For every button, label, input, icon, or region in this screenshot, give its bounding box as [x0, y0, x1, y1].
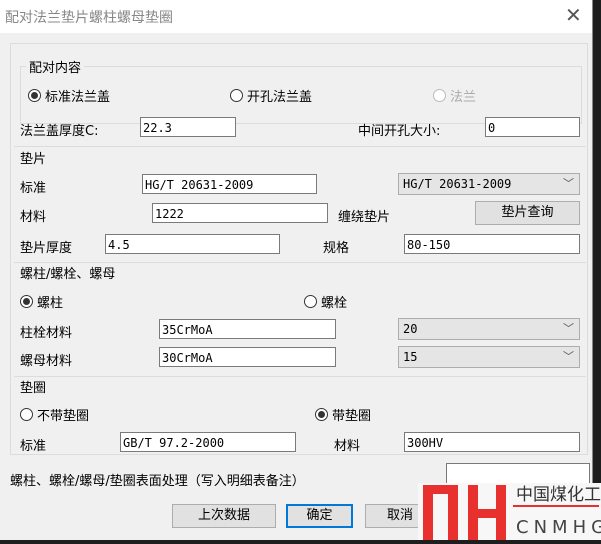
radio-icon: [20, 295, 33, 308]
radio-label: 标准法兰盖: [45, 90, 111, 105]
radio-icon: [230, 89, 243, 102]
chevron-down-icon: ﹀: [563, 350, 574, 363]
svg-text:中国煤化工: 中国煤化工: [516, 485, 601, 505]
combo-value: 15: [403, 350, 418, 364]
washer-material-label: 材料: [334, 439, 361, 454]
svg-text:CNMHG: CNMHG: [516, 517, 601, 538]
close-icon[interactable]: ✕: [565, 3, 582, 27]
radio-label: 螺柱: [37, 296, 64, 311]
ok-button[interactable]: 确定: [286, 504, 353, 528]
last-data-button[interactable]: 上次数据: [172, 504, 276, 528]
washer-material-input[interactable]: 300HV: [404, 432, 580, 452]
nut-material-label: 螺母材料: [20, 354, 73, 369]
gasket-material-label: 材料: [20, 210, 47, 225]
radio-label: 带垫圈: [332, 409, 372, 424]
radio-label: 法兰: [450, 90, 477, 105]
gasket-thickness-label: 垫片厚度: [20, 241, 73, 256]
divider: [14, 376, 586, 377]
radio-icon: [28, 89, 41, 102]
chevron-down-icon: ﹀: [563, 322, 574, 335]
gasket-section-label: 垫片: [20, 152, 47, 167]
watermark-logo: 中国煤化工 CNMHG: [418, 483, 601, 540]
stud-material-label: 柱栓材料: [20, 326, 73, 341]
radio-icon: [433, 89, 446, 102]
gasket-type-label: 缠绕垫片: [338, 210, 391, 225]
pairing-label: 配对内容: [26, 57, 85, 76]
stud-material-input[interactable]: 35CrMoA: [159, 319, 336, 339]
radio-icon: [304, 295, 317, 308]
flange-thickness-input[interactable]: 22.3: [140, 117, 236, 137]
gasket-spec-label: 规格: [323, 241, 350, 256]
gasket-standard-combo[interactable]: HG/T 20631-2009 ﹀: [398, 173, 580, 195]
radio-with-washer[interactable]: 带垫圈: [315, 405, 371, 424]
radio-flange[interactable]: 法兰: [433, 86, 476, 105]
radio-hole-flange-cover[interactable]: 开孔法兰盖: [230, 86, 312, 105]
title-bar: 配对法兰垫片螺柱螺母垫圈 ✕: [0, 0, 592, 33]
stud-combo[interactable]: 20 ﹀: [398, 318, 580, 340]
hole-size-input[interactable]: 0: [485, 117, 580, 137]
dialog: 配对法兰垫片螺柱螺母垫圈 ✕ 配对内容 标准法兰盖 开孔法兰盖 法兰 法兰盖厚度…: [0, 0, 593, 540]
gasket-query-button[interactable]: 垫片查询: [475, 201, 580, 225]
surface-treatment-label: 螺柱、螺栓/螺母/垫圈表面处理（写入明细表备注）: [10, 474, 305, 489]
washer-standard-label: 标准: [20, 439, 47, 454]
radio-label: 开孔法兰盖: [247, 90, 313, 105]
gasket-thickness-input[interactable]: 4.5: [105, 234, 280, 254]
watermark-mh-icon: 中国煤化工 CNMHG: [423, 485, 601, 540]
flange-thickness-label: 法兰盖厚度C:: [20, 124, 99, 139]
gasket-standard-label: 标准: [20, 181, 47, 196]
washer-section-label: 垫圈: [20, 381, 47, 396]
dialog-title: 配对法兰垫片螺柱螺母垫圈: [5, 10, 173, 26]
nut-combo[interactable]: 15 ﹀: [398, 346, 580, 368]
divider: [14, 146, 586, 147]
washer-standard-input[interactable]: GB/T 97.2-2000: [120, 432, 296, 452]
hole-size-label: 中间开孔大小:: [358, 124, 441, 139]
radio-icon: [315, 408, 328, 421]
radio-label: 不带垫圈: [37, 409, 90, 424]
radio-stud[interactable]: 螺柱: [20, 292, 63, 311]
radio-icon: [20, 408, 33, 421]
radio-standard-flange-cover[interactable]: 标准法兰盖: [28, 86, 110, 105]
chevron-down-icon: ﹀: [563, 177, 574, 190]
combo-value: 20: [403, 322, 418, 336]
radio-label: 螺栓: [321, 296, 348, 311]
nut-material-input[interactable]: 30CrMoA: [159, 347, 336, 367]
gasket-spec-input[interactable]: 80-150: [404, 234, 580, 254]
gasket-standard-input[interactable]: HG/T 20631-2009: [142, 174, 317, 194]
radio-no-washer[interactable]: 不带垫圈: [20, 405, 89, 424]
radio-bolt[interactable]: 螺栓: [304, 292, 347, 311]
gasket-material-input[interactable]: 1222: [152, 203, 328, 223]
bolt-section-label: 螺柱/螺栓、螺母: [20, 267, 116, 282]
combo-value: HG/T 20631-2009: [403, 177, 512, 191]
